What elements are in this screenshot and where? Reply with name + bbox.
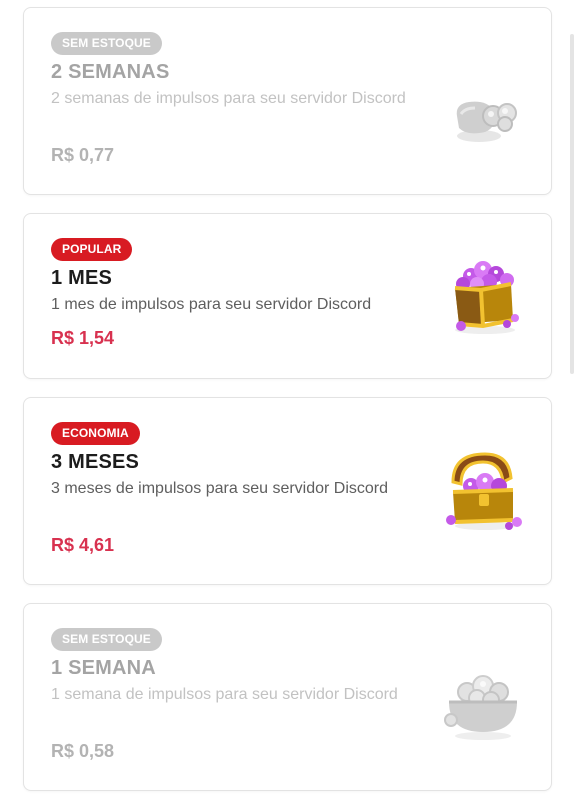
- plan-description: 2 semanas de impulsos para seu servidor …: [51, 90, 406, 107]
- plan-card-3-meses[interactable]: ECONOMIA 3 MESES 3 meses de impulsos par…: [23, 397, 552, 585]
- plan-title: 1 MES: [51, 267, 113, 289]
- plan-price: R$ 0,58: [51, 741, 115, 761]
- plans-page: SEM ESTOQUE 2 SEMANAS 2 semanas de impul…: [0, 0, 577, 800]
- plan-price: R$ 4,61: [51, 535, 115, 555]
- gem-pouch-icon: [456, 101, 517, 142]
- plan-price: R$ 0,77: [51, 145, 115, 165]
- status-badge: SEM ESTOQUE: [51, 32, 162, 55]
- plan-description: 1 mes de impulsos para seu servidor Disc…: [51, 296, 372, 313]
- plan-title: 3 MESES: [51, 451, 140, 473]
- scrollbar[interactable]: [570, 34, 574, 374]
- gem-crate-icon: [454, 261, 519, 334]
- plan-title: 2 SEMANAS: [51, 61, 170, 83]
- plan-price: R$ 1,54: [51, 328, 115, 348]
- plan-description: 1 semana de impulsos para seu servidor D…: [51, 686, 398, 703]
- gem-bowl-icon: [444, 675, 517, 740]
- plan-card-1-semana: SEM ESTOQUE 1 SEMANA 1 semana de impulso…: [23, 603, 552, 791]
- plan-description: 3 meses de impulsos para seu servidor Di…: [51, 480, 389, 497]
- economy-badge: ECONOMIA: [51, 422, 140, 445]
- plan-card-1-mes[interactable]: POPULAR 1 MES 1 mes de impulsos para seu…: [23, 213, 552, 379]
- plan-card-2-semanas: SEM ESTOQUE 2 SEMANAS 2 semanas de impul…: [23, 7, 552, 195]
- plan-title: 1 SEMANA: [51, 657, 156, 679]
- status-badge: SEM ESTOQUE: [51, 628, 162, 651]
- treasure-chest-icon: [446, 452, 522, 530]
- popular-badge: POPULAR: [51, 238, 133, 261]
